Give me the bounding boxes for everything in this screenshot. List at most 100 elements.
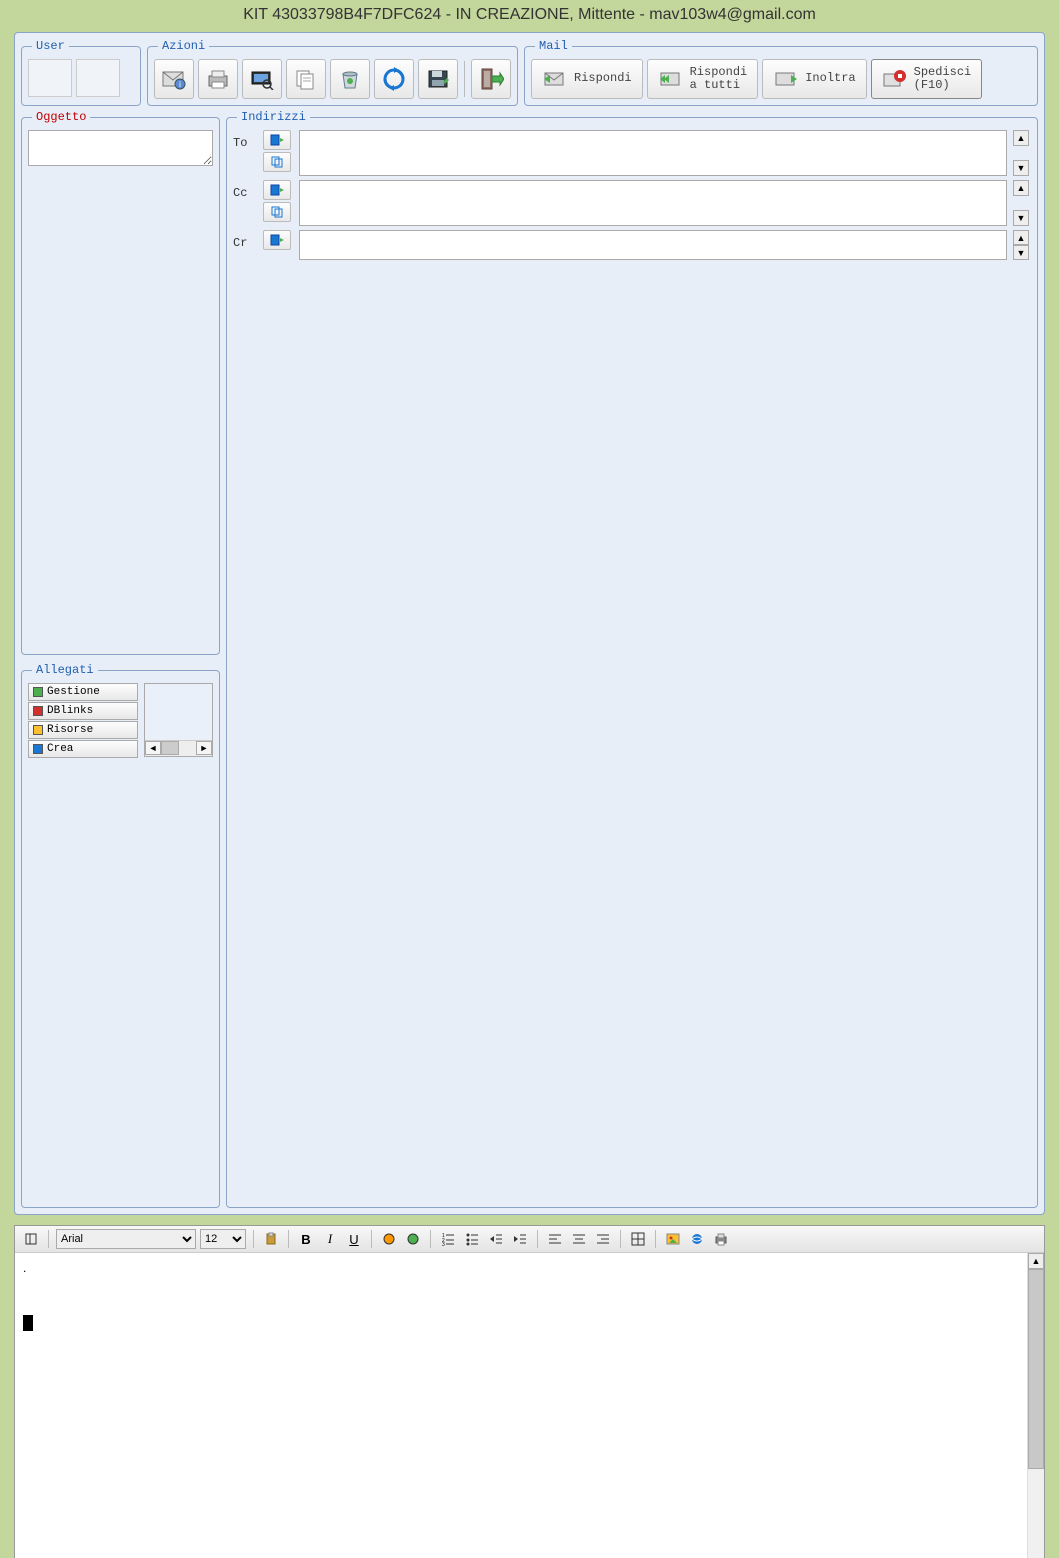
cc-addressbook-button[interactable] [263, 180, 291, 200]
attachments-hscroll: ◄ ► [145, 740, 212, 756]
send-button[interactable]: Spedisci(F10) [871, 59, 983, 99]
send-icon [882, 68, 908, 90]
editor-text: . [23, 1261, 1019, 1275]
cr-addressbook-button[interactable] [263, 230, 291, 250]
main-panel: User Azioni i Mail [14, 32, 1045, 1215]
image-button[interactable] [663, 1229, 683, 1249]
outdent-para-icon[interactable] [21, 1229, 41, 1249]
italic-button[interactable]: I [320, 1229, 340, 1249]
to-scroll-down[interactable]: ▼ [1013, 160, 1029, 176]
indent-button[interactable] [510, 1229, 530, 1249]
square-green-icon [33, 687, 43, 697]
cc-scroll-up[interactable]: ▲ [1013, 180, 1029, 196]
reply-label: Rispondi [574, 72, 632, 85]
svg-text:1: 1 [442, 1233, 445, 1239]
highlight-button[interactable] [403, 1229, 423, 1249]
reply-button[interactable]: Rispondi [531, 59, 643, 99]
editor-content[interactable]: . [15, 1253, 1027, 1558]
cr-field[interactable] [299, 230, 1007, 260]
link-button[interactable] [687, 1229, 707, 1249]
bold-button[interactable]: B [296, 1229, 316, 1249]
indirizzi-group: Indirizzi To ▲▼ Cc ▲▼ Cr [226, 110, 1038, 1208]
forward-label: Inoltra [805, 72, 855, 85]
allegati-group: Allegati Gestione DBlinks Risorse Crea ◄ [21, 663, 220, 1208]
to-copy-button[interactable] [263, 152, 291, 172]
to-addressbook-button[interactable] [263, 130, 291, 150]
editor-vscroll[interactable]: ▲ ▼ [1027, 1253, 1044, 1558]
user-group: User [21, 39, 141, 106]
outdent-button[interactable] [486, 1229, 506, 1249]
subject-input[interactable] [28, 130, 213, 166]
reply-icon [542, 69, 568, 89]
allegati-crea-button[interactable]: Crea [28, 740, 138, 758]
underline-button[interactable]: U [344, 1229, 364, 1249]
window-title: KIT 43033798B4F7DFC624 - IN CREAZIONE, M… [0, 0, 1059, 28]
square-yellow-icon [33, 725, 43, 735]
to-label: To [233, 130, 257, 150]
to-scroll-up[interactable]: ▲ [1013, 130, 1029, 146]
scroll-right-button[interactable]: ► [196, 741, 212, 755]
reply-all-icon [658, 69, 684, 89]
cc-scroll-down[interactable]: ▼ [1013, 210, 1029, 226]
screen-search-button[interactable] [242, 59, 282, 99]
editor-scroll-thumb[interactable] [1028, 1269, 1044, 1469]
user-slot-1[interactable] [28, 59, 72, 97]
documents-button[interactable] [286, 59, 326, 99]
oggetto-legend: Oggetto [32, 110, 90, 124]
cc-field[interactable] [299, 180, 1007, 226]
attachments-area[interactable]: ◄ ► [144, 683, 213, 757]
scroll-track[interactable] [179, 741, 196, 756]
align-left-button[interactable] [545, 1229, 565, 1249]
printer-button[interactable] [198, 59, 238, 99]
user-slot-2[interactable] [76, 59, 120, 97]
editor-toolbar: Arial 12 B I U 123 [15, 1226, 1044, 1253]
allegati-legend: Allegati [32, 663, 98, 677]
indirizzi-legend: Indirizzi [237, 110, 310, 124]
azioni-group: Azioni i [147, 39, 518, 106]
font-color-button[interactable] [379, 1229, 399, 1249]
align-center-button[interactable] [569, 1229, 589, 1249]
to-field[interactable] [299, 130, 1007, 176]
square-blue-icon [33, 744, 43, 754]
oggetto-group: Oggetto [21, 110, 220, 655]
align-right-button[interactable] [593, 1229, 613, 1249]
reply-all-label: Rispondia tutti [690, 66, 748, 92]
reply-all-button[interactable]: Rispondia tutti [647, 59, 759, 99]
cc-copy-button[interactable] [263, 202, 291, 222]
scroll-thumb[interactable] [161, 741, 179, 755]
ordered-list-button[interactable]: 123 [438, 1229, 458, 1249]
exit-button[interactable] [471, 59, 511, 99]
svg-text:3: 3 [442, 1242, 445, 1246]
mail-legend: Mail [535, 39, 572, 53]
allegati-gestione-button[interactable]: Gestione [28, 683, 138, 701]
table-button[interactable] [628, 1229, 648, 1249]
forward-button[interactable]: Inoltra [762, 59, 866, 99]
cr-scroll-down[interactable]: ▼ [1013, 245, 1029, 260]
forward-icon [773, 69, 799, 89]
unordered-list-button[interactable] [462, 1229, 482, 1249]
text-cursor [23, 1315, 33, 1331]
svg-text:2: 2 [442, 1238, 445, 1244]
save-disk-button[interactable] [418, 59, 458, 99]
svg-text:i: i [179, 80, 181, 89]
font-size-select[interactable]: 12 [200, 1229, 246, 1249]
mail-info-button[interactable]: i [154, 59, 194, 99]
cr-label: Cr [233, 230, 257, 250]
font-name-select[interactable]: Arial [56, 1229, 196, 1249]
print-button[interactable] [711, 1229, 731, 1249]
mail-group: Mail Rispondi Rispondia tutti Inoltra Sp… [524, 39, 1038, 106]
allegati-dblinks-button[interactable]: DBlinks [28, 702, 138, 720]
paste-button[interactable] [261, 1229, 281, 1249]
trash-button[interactable] [330, 59, 370, 99]
square-red-icon [33, 706, 43, 716]
editor-scroll-up[interactable]: ▲ [1028, 1253, 1044, 1269]
user-legend: User [32, 39, 69, 53]
send-label: Spedisci(F10) [914, 66, 972, 92]
editor-panel: Arial 12 B I U 123 . ▲ [14, 1225, 1045, 1558]
azioni-legend: Azioni [158, 39, 209, 53]
cc-label: Cc [233, 180, 257, 200]
refresh-button[interactable] [374, 59, 414, 99]
cr-scroll-up[interactable]: ▲ [1013, 230, 1029, 245]
allegati-risorse-button[interactable]: Risorse [28, 721, 138, 739]
scroll-left-button[interactable]: ◄ [145, 741, 161, 755]
